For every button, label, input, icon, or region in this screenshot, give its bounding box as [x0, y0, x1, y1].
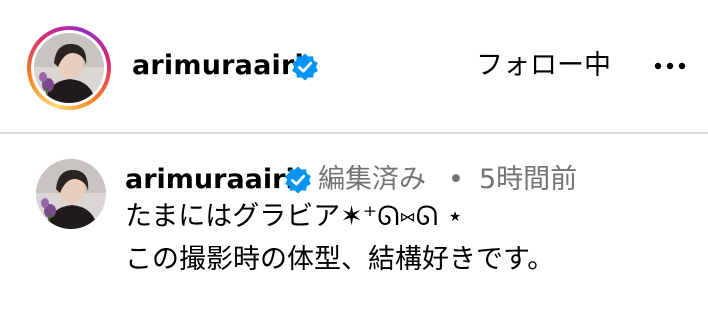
more-horizontal-icon: [654, 62, 686, 70]
avatar-photo-icon: [34, 33, 104, 103]
caption-line: この撮影時の体型、結構好きです。: [125, 244, 555, 275]
edited-label: 編集済み: [318, 164, 426, 195]
comment-avatar[interactable]: [36, 159, 106, 229]
profile-avatar: [34, 33, 104, 103]
header-divider: [0, 132, 708, 134]
verified-badge-icon: [292, 53, 318, 81]
separator-dot: •: [448, 164, 464, 195]
comment-timestamp[interactable]: 5時間前: [479, 160, 577, 200]
more-options-button[interactable]: [648, 48, 692, 84]
caption-line: たまにはグラビア✶⁺ᘏ⑅ᘏ ⋆: [125, 201, 464, 232]
post-header: arimuraairi フォロー中: [0, 0, 708, 133]
comment-username[interactable]: arimuraairi: [125, 160, 295, 200]
following-button[interactable]: フォロー中: [470, 44, 617, 88]
header-username[interactable]: arimuraairi: [132, 46, 304, 86]
instagram-post-comment-view: arimuraairi フォロー中 arimuraairi 編集済み • 5時間…: [0, 0, 708, 325]
story-ring-gap: [31, 30, 107, 106]
avatar-photo-icon: [36, 159, 106, 229]
profile-avatar-story-ring[interactable]: [27, 26, 111, 110]
verified-badge-icon: [285, 166, 311, 194]
